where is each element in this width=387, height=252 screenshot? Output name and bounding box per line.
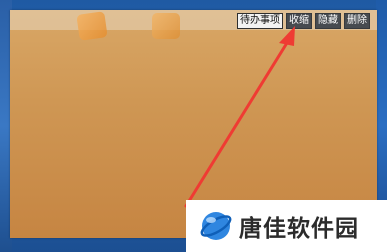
todo-button[interactable]: 待办事项: [237, 13, 283, 29]
blue-sphere-logo-icon: [200, 212, 232, 240]
delete-button[interactable]: 删除: [344, 13, 370, 29]
watermark-text: 唐佳软件园: [239, 216, 359, 242]
background-app-icon: [76, 11, 108, 41]
hide-button[interactable]: 隐藏: [315, 13, 341, 29]
note-toolbar: 待办事项 收缩 隐藏 删除: [237, 13, 370, 29]
site-watermark: 唐佳软件园: [186, 200, 387, 252]
collapse-button[interactable]: 收缩: [286, 13, 312, 29]
background-app-icon: [152, 13, 180, 39]
